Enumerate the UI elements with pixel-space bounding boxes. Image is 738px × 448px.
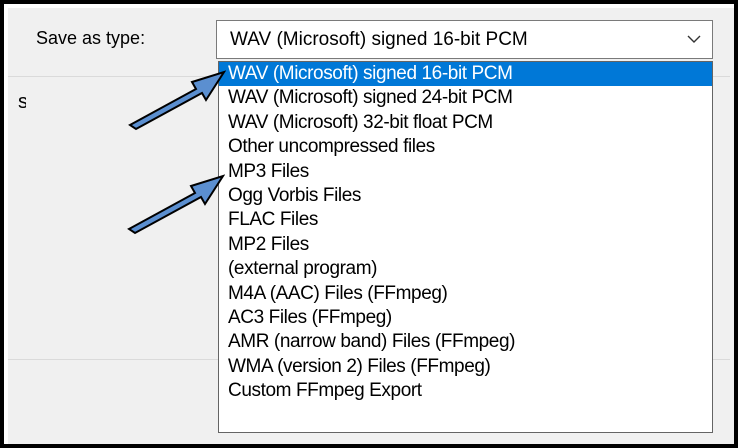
callout-arrow-icon [127,174,225,235]
file-type-options-list[interactable]: WAV (Microsoft) signed 16-bit PCM WAV (M… [218,61,713,433]
file-type-option[interactable]: Other uncompressed files [219,135,712,159]
file-type-option[interactable]: WAV (Microsoft) signed 16-bit PCM [219,62,712,87]
file-type-option[interactable]: MP2 Files [219,233,712,257]
file-type-option[interactable]: WAV (Microsoft) 32-bit float PCM [219,111,712,135]
partial-background-text: s [18,96,26,108]
file-type-option[interactable]: WMA (version 2) Files (FFmpeg) [219,355,712,379]
file-type-option[interactable]: (external program) [219,257,712,281]
save-as-type-label: Save as type: [36,28,146,48]
file-type-option[interactable]: Custom FFmpeg Export [219,379,712,403]
file-type-option[interactable]: AC3 Files (FFmpeg) [219,306,712,330]
file-type-option[interactable]: FLAC Files [219,208,712,232]
file-type-option[interactable]: Ogg Vorbis Files [219,184,712,208]
callout-arrow-icon [128,70,226,131]
save-as-type-dropdown[interactable]: WAV (Microsoft) signed 16-bit PCM [216,20,713,59]
chevron-down-icon [687,35,701,43]
file-type-option[interactable]: WAV (Microsoft) signed 24-bit PCM [219,86,712,110]
selected-file-type: WAV (Microsoft) signed 16-bit PCM [230,29,528,50]
file-type-option[interactable]: AMR (narrow band) Files (FFmpeg) [219,330,712,354]
screenshot-frame: s Save as type: WAV (Microsoft) signed 1… [0,0,738,448]
file-type-option[interactable]: MP3 Files [219,160,712,184]
file-type-option[interactable]: M4A (AAC) Files (FFmpeg) [219,282,712,306]
